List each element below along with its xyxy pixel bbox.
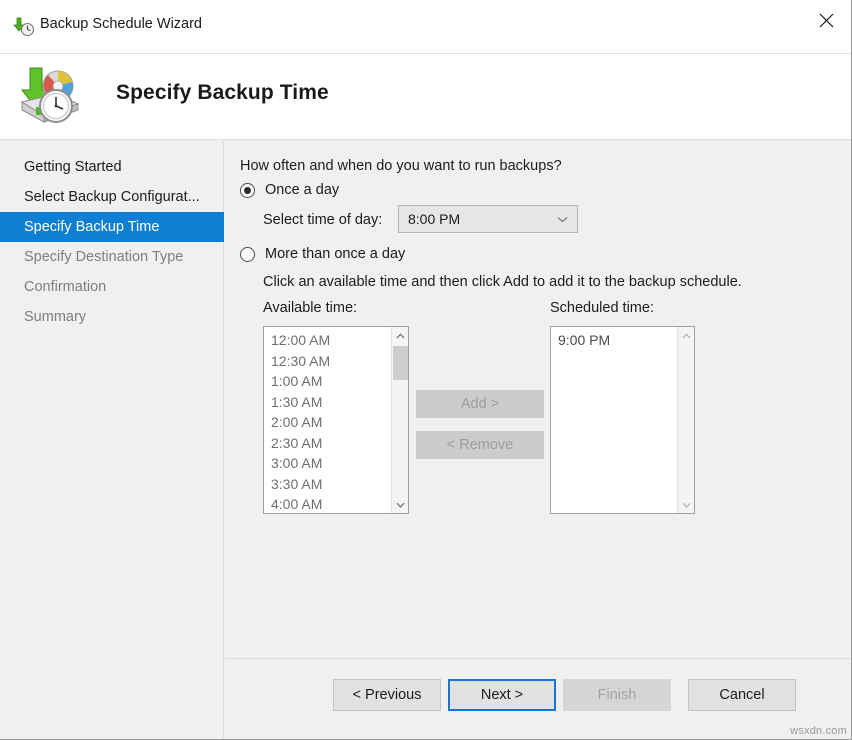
radio-once-a-day[interactable]: Once a day (240, 182, 339, 198)
scheduled-time-listbox[interactable]: 9:00 PM (550, 326, 695, 514)
wizard-footer: < Previous Next > Finish Cancel (225, 658, 852, 740)
radio-once-a-day-label: Once a day (265, 182, 339, 198)
sidebar-item-specify-backup-time[interactable]: Specify Backup Time (0, 212, 224, 242)
available-time-items: 12:00 AM 12:30 AM 1:00 AM 1:30 AM 2:00 A… (264, 327, 390, 514)
available-time-label: Available time: (263, 300, 357, 316)
close-button[interactable] (800, 0, 852, 40)
backup-clock-icon (12, 16, 36, 38)
list-item[interactable]: 12:30 AM (264, 351, 390, 372)
sidebar-item-confirmation[interactable]: Confirmation (0, 272, 223, 302)
sidebar-item-getting-started[interactable]: Getting Started (0, 152, 223, 182)
sidebar-item-select-backup-configuration[interactable]: Select Backup Configurat... (0, 182, 223, 212)
radio-more-than-once-label: More than once a day (265, 246, 405, 262)
scheduled-time-scrollbar[interactable] (677, 327, 694, 513)
previous-button[interactable]: < Previous (333, 679, 441, 711)
list-item[interactable]: 1:00 AM (264, 371, 390, 392)
scroll-down-icon[interactable] (392, 496, 408, 513)
backup-schedule-wizard-window: Backup Schedule Wizard (0, 0, 852, 740)
window-title: Backup Schedule Wizard (40, 16, 202, 32)
select-time-of-day-label: Select time of day: (263, 212, 382, 228)
radio-more-than-once-indicator[interactable] (240, 247, 255, 262)
watermark: wsxdn.com (790, 725, 847, 737)
list-item[interactable]: 9:00 PM (551, 330, 676, 351)
scheduled-time-label: Scheduled time: (550, 300, 654, 316)
prompt-text: How often and when do you want to run ba… (240, 158, 562, 174)
list-item[interactable]: 12:00 AM (264, 330, 390, 351)
wizard-steps-sidebar: Getting Started Select Backup Configurat… (0, 141, 224, 740)
available-time-scrollbar[interactable] (391, 327, 408, 513)
scheduled-time-items: 9:00 PM (551, 327, 676, 351)
list-item[interactable]: 4:00 AM (264, 494, 390, 514)
sidebar-item-summary[interactable]: Summary (0, 302, 223, 332)
list-item[interactable]: 2:30 AM (264, 433, 390, 454)
add-button[interactable]: Add > (416, 390, 544, 418)
scroll-up-icon[interactable] (678, 327, 694, 344)
radio-once-a-day-indicator[interactable] (240, 183, 255, 198)
scroll-up-icon[interactable] (392, 327, 408, 344)
scroll-down-icon[interactable] (678, 496, 694, 513)
title-bar: Backup Schedule Wizard (0, 0, 852, 54)
header-band: Specify Backup Time (0, 54, 852, 140)
list-item[interactable]: 2:00 AM (264, 412, 390, 433)
time-of-day-dropdown[interactable]: 8:00 PM (398, 205, 578, 233)
list-item[interactable]: 3:30 AM (264, 474, 390, 495)
list-item[interactable]: 1:30 AM (264, 392, 390, 413)
sidebar-item-specify-destination-type[interactable]: Specify Destination Type (0, 242, 223, 272)
list-item[interactable]: 3:00 AM (264, 453, 390, 474)
chevron-down-icon (557, 210, 568, 228)
time-of-day-value: 8:00 PM (408, 211, 460, 227)
next-button[interactable]: Next > (448, 679, 556, 711)
scrollbar-thumb[interactable] (393, 346, 408, 380)
add-time-instruction: Click an available time and then click A… (263, 274, 742, 290)
main-content: How often and when do you want to run ba… (225, 141, 852, 657)
backup-disk-clock-icon (14, 62, 86, 128)
page-title: Specify Backup Time (116, 81, 329, 105)
available-time-listbox[interactable]: 12:00 AM 12:30 AM 1:00 AM 1:30 AM 2:00 A… (263, 326, 409, 514)
close-icon (819, 13, 834, 28)
cancel-button[interactable]: Cancel (688, 679, 796, 711)
remove-button[interactable]: < Remove (416, 431, 544, 459)
radio-more-than-once-a-day[interactable]: More than once a day (240, 246, 405, 262)
finish-button: Finish (563, 679, 671, 711)
